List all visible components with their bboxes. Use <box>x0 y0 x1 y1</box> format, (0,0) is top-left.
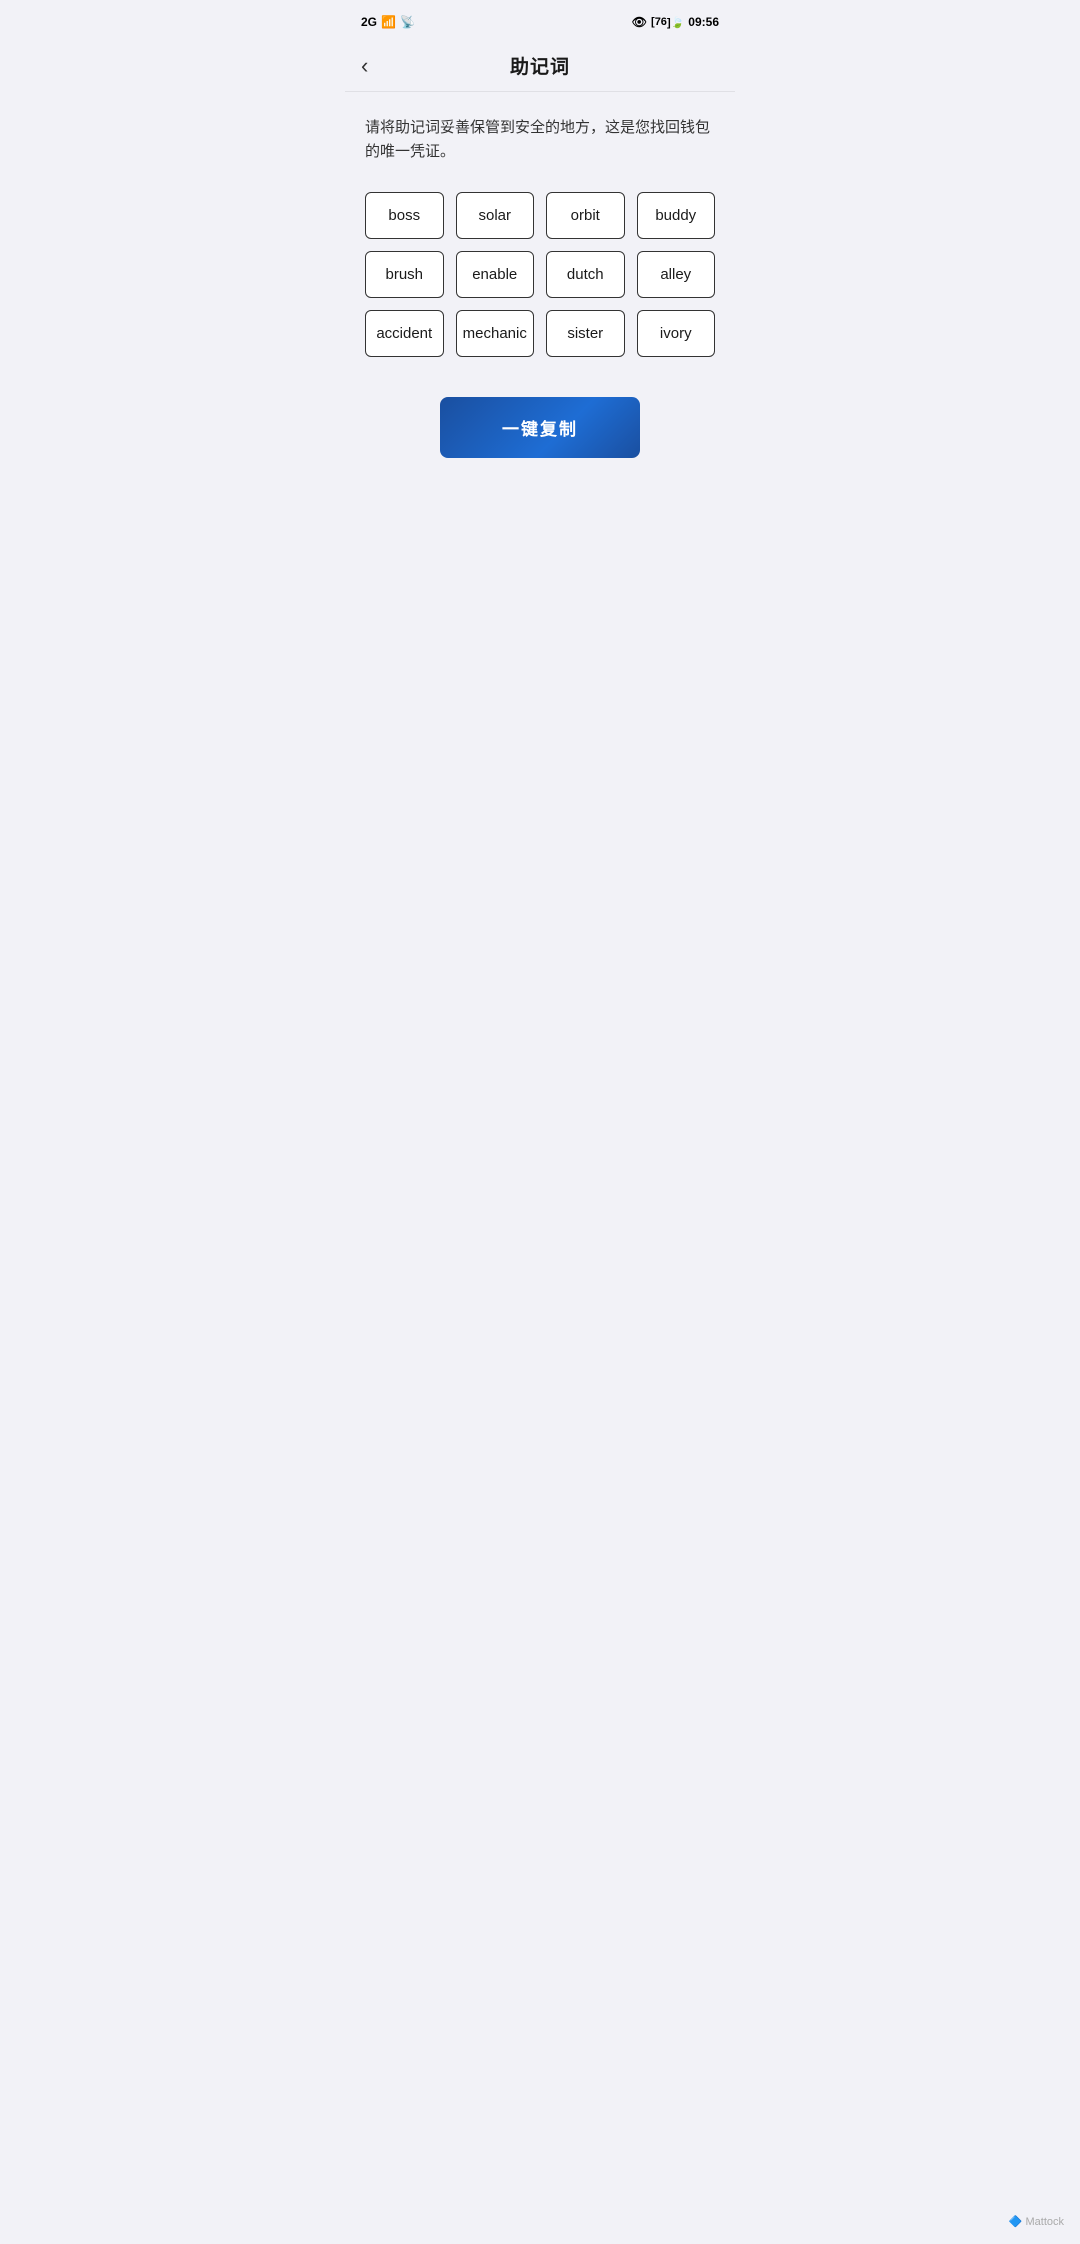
time-display: 09:56 <box>688 15 719 29</box>
mnemonic-word-3: orbit <box>546 192 625 239</box>
watermark-label: Mattock <box>1025 2216 1064 2228</box>
status-right: 👁 [76]🍃 09:56 <box>632 15 719 29</box>
mnemonic-word-8: alley <box>637 251 716 298</box>
battery-icon: [76]🍃 <box>651 16 684 29</box>
mnemonic-word-1: boss <box>365 192 444 239</box>
back-button[interactable]: ‹ <box>361 53 368 79</box>
nav-bar: ‹ 助记词 <box>345 40 735 92</box>
mnemonic-word-5: brush <box>365 251 444 298</box>
mnemonic-word-4: buddy <box>637 192 716 239</box>
mnemonic-word-2: solar <box>456 192 535 239</box>
mnemonic-word-11: sister <box>546 310 625 357</box>
status-bar: 2G 📶 📡 👁 [76]🍃 09:56 <box>345 0 735 40</box>
mnemonic-words-grid: boss solarorbit buddy brush enabledutch alley… <box>365 192 715 357</box>
watermark: 🔷 Mattock <box>1009 2215 1064 2228</box>
copy-button-wrapper: 一键复制 <box>365 397 715 458</box>
mnemonic-word-12: ivory <box>637 310 716 357</box>
description-text: 请将助记词妥善保管到安全的地方，这是您找回钱包的唯一凭证。 <box>365 116 715 164</box>
main-content: 请将助记词妥善保管到安全的地方，这是您找回钱包的唯一凭证。 boss solaro… <box>345 92 735 482</box>
signal-icon: 📶 <box>381 15 396 29</box>
wifi-icon: 📡 <box>400 15 415 29</box>
page-title: 助记词 <box>510 52 570 79</box>
copy-all-button[interactable]: 一键复制 <box>440 397 640 458</box>
mnemonic-word-9: accident <box>365 310 444 357</box>
status-left: 2G 📶 📡 <box>361 15 415 29</box>
network-indicator: 2G <box>361 15 377 29</box>
mnemonic-word-6: enable <box>456 251 535 298</box>
mnemonic-word-10: mechanic <box>456 310 535 357</box>
mnemonic-word-7: dutch <box>546 251 625 298</box>
watermark-logo: 🔷 <box>1009 2215 1023 2228</box>
eye-icon: 👁 <box>632 15 647 29</box>
